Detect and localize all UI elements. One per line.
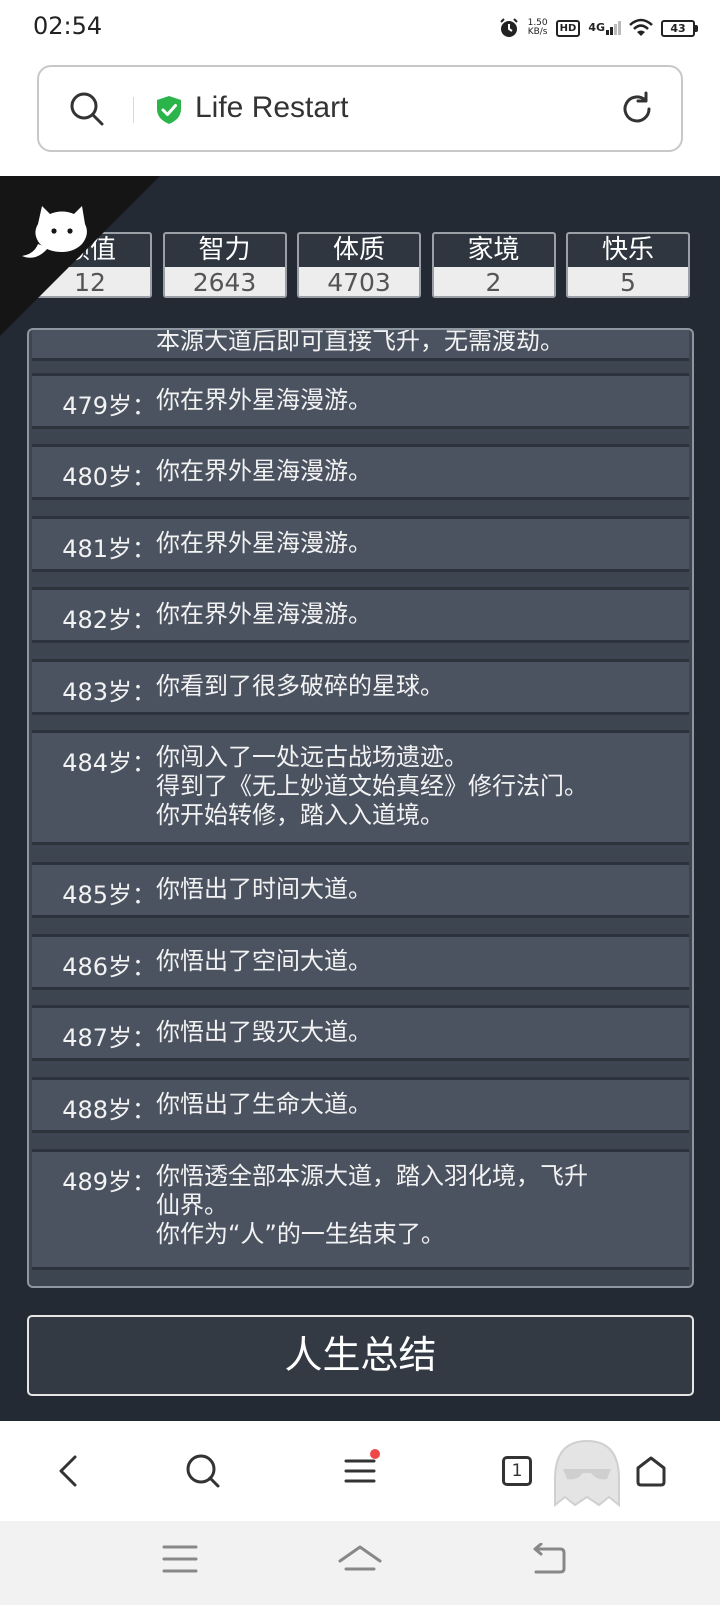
home-button[interactable]: [629, 1449, 673, 1493]
life-log[interactable]: 本源大道后即可直接飞升，无需渡劫。 479岁： 你在界外星海漫游。 480岁： …: [27, 328, 694, 1288]
log-age: 484岁：: [62, 749, 156, 777]
log-age: 480岁：: [62, 463, 156, 491]
stat-label: 快乐: [568, 234, 688, 267]
log-row: 489岁： 你悟透全部本源大道，踏入羽化境，飞升 仙界。 你作为“人”的一生结束…: [32, 1152, 689, 1267]
log-row: 483岁： 你看到了很多破碎的星球。: [32, 662, 689, 712]
recents-icon[interactable]: [162, 1543, 198, 1575]
stat-value: 2643: [192, 268, 257, 297]
log-text: 你看到了很多破碎的星球。: [156, 672, 444, 700]
back-icon: [59, 1455, 77, 1487]
log-row: 487岁： 你悟出了毁灭大道。: [32, 1008, 689, 1058]
log-row: 488岁： 你悟出了生命大道。: [32, 1080, 689, 1130]
battery-icon: 43: [661, 19, 698, 37]
log-text: 你悟出了空间大道。: [156, 947, 372, 975]
menu-icon: [344, 1459, 376, 1483]
notification-dot: [370, 1449, 380, 1459]
log-row: 484岁： 你闯入了一处远古战场遗迹。 得到了《无上妙道文始真经》修行法门。 你…: [32, 733, 689, 842]
signal-icon: 4G: [588, 21, 621, 35]
speed-unit: KB/s: [527, 27, 548, 37]
log-text: 你在界外星海漫游。: [156, 457, 372, 485]
status-icons: 1.50 KB/s HD 4G 43: [498, 14, 698, 42]
stat-happiness: 快乐 5: [566, 232, 690, 298]
browser-toolbar: Life Restart: [0, 56, 720, 176]
log-row: 486岁： 你悟出了空间大道。: [32, 937, 689, 987]
stat-label: 体质: [299, 234, 419, 267]
log-row: 481岁： 你在界外星海漫游。: [32, 519, 689, 569]
stat-value: 5: [620, 268, 636, 297]
menu-button[interactable]: [338, 1449, 382, 1493]
log-age: 483岁：: [62, 678, 156, 706]
stat-intelligence: 智力 2643: [162, 232, 287, 298]
system-nav-bar: [0, 1521, 720, 1605]
log-text: 你悟透全部本源大道，踏入羽化境，飞升 仙界。 你作为“人”的一生结束了。: [156, 1162, 588, 1248]
log-age: 481岁：: [62, 535, 156, 563]
life-summary-button[interactable]: 人生总结: [27, 1315, 694, 1396]
log-age: 488岁：: [62, 1096, 156, 1124]
hd-badge: HD: [555, 19, 581, 37]
stat-strength: 体质 4703: [297, 232, 421, 298]
log-age: 486岁：: [62, 953, 156, 981]
stat-label: 家境: [433, 234, 554, 267]
log-row: 482岁： 你在界外星海漫游。: [32, 590, 689, 640]
log-text: 你悟出了时间大道。: [156, 875, 372, 903]
network-speed: 1.50 KB/s: [528, 19, 548, 37]
stat-label: 智力: [164, 234, 285, 267]
log-text: 你在界外星海漫游。: [156, 600, 372, 628]
address-bar[interactable]: Life Restart: [37, 65, 683, 152]
page-title[interactable]: Life Restart: [195, 91, 348, 125]
tabs-button[interactable]: 1: [495, 1449, 539, 1493]
alarm-icon: [499, 18, 518, 37]
stat-family: 家境 2: [431, 232, 556, 298]
log-age: 487岁：: [62, 1024, 156, 1052]
log-row: 479岁： 你在界外星海漫游。: [32, 376, 689, 426]
web-content: 颜值 12 智力 2643 体质 4703 家境 2 快乐 5 本源大道后即可直…: [0, 176, 720, 1421]
status-bar: 02:54 1.50 KB/s HD 4G 43: [0, 0, 720, 56]
wifi-icon: [629, 18, 653, 36]
system-home-icon[interactable]: [336, 1543, 384, 1577]
browser-bottom-nav: 1: [0, 1421, 720, 1521]
log-row: 480岁： 你在界外星海漫游。: [32, 447, 689, 497]
log-age: 479岁：: [62, 392, 156, 420]
log-text: 你在界外星海漫游。: [156, 386, 372, 414]
system-back-icon[interactable]: [530, 1543, 568, 1575]
reload-icon[interactable]: [619, 91, 655, 127]
home-icon: [636, 1456, 666, 1487]
log-age: 482岁：: [62, 606, 156, 634]
battery-level: 43: [661, 19, 695, 37]
log-text: 你悟出了毁灭大道。: [156, 1018, 372, 1046]
search-icon[interactable]: [69, 91, 105, 127]
log-row: 485岁： 你悟出了时间大道。: [32, 865, 689, 915]
github-corner[interactable]: [0, 176, 160, 336]
log-age: 485岁：: [62, 881, 156, 909]
tabs-icon: 1: [502, 1456, 532, 1486]
shield-check-icon: [157, 96, 181, 124]
search-button[interactable]: [181, 1449, 225, 1493]
log-text: 本源大道后即可直接飞升，无需渡劫。: [156, 328, 564, 355]
status-time: 02:54: [33, 12, 103, 40]
log-text: 你悟出了生命大道。: [156, 1090, 372, 1118]
log-text: 你在界外星海漫游。: [156, 529, 372, 557]
network-type: 4G: [588, 21, 605, 34]
ghost-icon: [554, 1439, 620, 1508]
stat-value: 4703: [327, 268, 391, 297]
search-icon: [186, 1454, 220, 1488]
back-button[interactable]: [46, 1449, 90, 1493]
stat-value: 2: [485, 268, 502, 297]
log-text: 你闯入了一处远古战场遗迹。 得到了《无上妙道文始真经》修行法门。 你开始转修，踏…: [156, 743, 588, 829]
address-divider: [133, 97, 134, 123]
log-age: 489岁：: [62, 1168, 156, 1196]
